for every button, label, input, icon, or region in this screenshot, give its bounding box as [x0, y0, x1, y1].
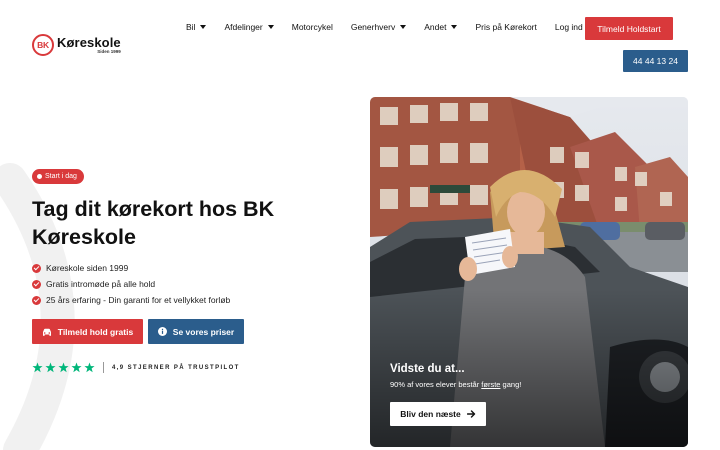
- tilmeld-hold-button[interactable]: Tilmeld hold gratis: [32, 319, 143, 344]
- feature-item: Gratis intromøde på alle hold: [32, 276, 230, 292]
- logo[interactable]: BK Køreskole Siden 1999: [32, 34, 121, 56]
- caption-text-start: 90% af vores elever består: [390, 380, 482, 389]
- chevron-down-icon: [451, 25, 458, 29]
- nav-item-andet[interactable]: Andet: [424, 22, 458, 32]
- tilmeld-hold-label: Tilmeld hold gratis: [57, 326, 134, 337]
- feature-item: 25 års erfaring - Din garanti for et vel…: [32, 292, 230, 308]
- star-icon: [58, 362, 69, 373]
- feature-text: Gratis intromøde på alle hold: [46, 279, 156, 289]
- phone-button[interactable]: 44 44 13 24: [623, 50, 688, 72]
- chevron-down-icon: [267, 25, 274, 29]
- hero-title: Tag dit kørekort hos BK Køreskole: [32, 197, 275, 249]
- nav-item-log-ind[interactable]: Log ind: [555, 22, 583, 32]
- caption-underlined: første: [481, 380, 501, 389]
- check-icon: [32, 263, 41, 273]
- photo-caption-title: Vidste du at...: [390, 363, 465, 375]
- start-badge-label: Start i dag: [45, 173, 77, 180]
- nav-item-label: Motorcykel: [291, 22, 333, 32]
- chevron-down-icon: [400, 25, 407, 29]
- star-icon: [84, 362, 95, 373]
- logo-tagline: Siden 1999: [97, 48, 121, 54]
- star-rating: [32, 362, 97, 373]
- info-icon: [157, 327, 167, 336]
- nav-item-label: Afdelinger: [224, 22, 263, 32]
- nav-item-afdelinger[interactable]: Afdelinger: [224, 22, 274, 32]
- nav-item-bil[interactable]: Bil: [186, 22, 207, 32]
- check-icon: [32, 295, 41, 305]
- nav-item-motorcykel[interactable]: Motorcykel: [292, 22, 333, 32]
- nav-item-label: Andet: [424, 22, 447, 32]
- nav-item-label: Pris på Kørekort: [475, 22, 537, 32]
- car-icon: [42, 328, 52, 336]
- main-nav: Bil Afdelinger Motorcykel Generhverv And…: [186, 22, 583, 32]
- star-icon: [71, 362, 82, 373]
- start-badge: Start i dag: [32, 169, 84, 184]
- photo-caption-text: 90% af vores elever består første gang!: [390, 380, 521, 389]
- star-icon: [32, 362, 43, 373]
- se-priser-button[interactable]: Se vores priser: [148, 319, 244, 344]
- trustpilot-text: 4,9 STJERNER PÅ TRUSTPILOT: [112, 364, 240, 371]
- feature-text: Køreskole siden 1999: [46, 263, 129, 273]
- caption-text-end: gang!: [500, 380, 522, 389]
- star-icon: [45, 362, 56, 373]
- feature-list: Køreskole siden 1999 Gratis intromøde på…: [32, 260, 230, 308]
- divider: [103, 362, 104, 373]
- nav-item-pris[interactable]: Pris på Kørekort: [475, 22, 536, 32]
- bliv-den-naeste-button[interactable]: Bliv den næste: [390, 402, 486, 426]
- feature-text: 25 års erfaring - Din garanti for et vel…: [46, 295, 231, 305]
- nav-item-label: Generhverv: [350, 22, 396, 32]
- se-priser-label: Se vores priser: [172, 326, 235, 337]
- hero-photo: [370, 97, 688, 447]
- logo-badge: BK: [32, 34, 54, 56]
- nav-item-label: Bil: [186, 22, 196, 32]
- check-icon: [32, 279, 41, 289]
- bliv-den-naeste-label: Bliv den næste: [400, 409, 461, 419]
- chevron-down-icon: [200, 25, 207, 29]
- feature-item: Køreskole siden 1999: [32, 260, 230, 276]
- nav-item-generhverv[interactable]: Generhverv: [350, 22, 407, 32]
- tilmeld-holdstart-button[interactable]: Tilmeld Holdstart: [585, 17, 673, 40]
- logo-name: Køreskole: [57, 34, 121, 50]
- trustpilot-rating[interactable]: 4,9 STJERNER PÅ TRUSTPILOT: [32, 362, 240, 373]
- arrow-right-icon: [466, 410, 476, 418]
- dot-icon: [37, 174, 42, 179]
- nav-item-label: Log ind: [554, 22, 583, 32]
